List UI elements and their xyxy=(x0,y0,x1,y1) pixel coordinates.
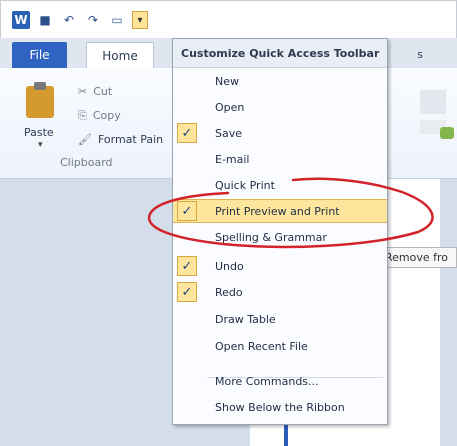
tab-file[interactable]: File xyxy=(12,42,67,68)
format-painter-label: Format Pain xyxy=(97,133,164,146)
quick-access-toolbar: W ■ ↶ ↷ ▭ ▾ xyxy=(12,8,148,32)
check-icon: ✓ xyxy=(177,282,197,302)
word-icon[interactable]: W xyxy=(12,11,30,29)
customize-qat-icon[interactable]: ▾ xyxy=(132,11,148,29)
paste-button[interactable]: Paste ▾ xyxy=(20,82,62,154)
menu-item-spelling[interactable]: Spelling & Grammar xyxy=(173,225,387,249)
menu-item-more-commands[interactable]: More Commands... xyxy=(173,369,387,393)
clipboard-group-label: Clipboard xyxy=(60,156,113,169)
brush-icon: 🖌 xyxy=(78,133,92,146)
format-painter-button[interactable]: 🖌 Format Pain xyxy=(78,128,163,152)
chevron-down-icon[interactable]: ▾ xyxy=(38,140,43,150)
font-controls-fragment xyxy=(420,90,446,114)
scissors-icon: ✂ xyxy=(78,85,88,98)
cut-button[interactable]: ✂ Cut xyxy=(78,80,163,104)
menu-item-quick-print[interactable]: Quick Print xyxy=(173,173,387,197)
print-preview-icon[interactable]: ▭ xyxy=(108,11,126,29)
paste-label: Paste xyxy=(24,126,54,139)
menu-item-print-preview[interactable]: ✓ Print Preview and Print xyxy=(173,199,387,223)
customize-qat-menu: Customize Quick Access Toolbar New Open … xyxy=(172,38,388,425)
check-icon: ✓ xyxy=(177,201,197,221)
menu-item-open[interactable]: Open xyxy=(173,95,387,119)
style-icon xyxy=(440,127,454,139)
undo-icon[interactable]: ↶ xyxy=(60,11,78,29)
redo-icon[interactable]: ↷ xyxy=(84,11,102,29)
copy-label: Copy xyxy=(92,109,121,122)
menu-item-undo[interactable]: ✓ Undo xyxy=(173,254,387,278)
copy-icon: ⎘ xyxy=(78,109,87,122)
clipboard-icon xyxy=(26,82,54,118)
save-icon[interactable]: ■ xyxy=(36,11,54,29)
tooltip: Remove fro xyxy=(380,247,457,268)
tab-partial[interactable]: s xyxy=(417,48,423,61)
cut-label: Cut xyxy=(93,85,113,98)
menu-item-redo[interactable]: ✓ Redo xyxy=(173,280,387,304)
menu-item-save[interactable]: ✓ Save xyxy=(173,121,387,145)
menu-title: Customize Quick Access Toolbar xyxy=(173,39,387,68)
menu-item-draw-table[interactable]: Draw Table xyxy=(173,307,387,331)
cursor-marker xyxy=(284,424,288,446)
check-icon: ✓ xyxy=(177,256,197,276)
clipboard-commands: ✂ Cut ⎘ Copy 🖌 Format Pain xyxy=(78,80,163,152)
check-icon: ✓ xyxy=(177,123,197,143)
menu-item-open-recent[interactable]: Open Recent File xyxy=(173,334,387,358)
menu-item-new[interactable]: New xyxy=(173,69,387,93)
copy-button[interactable]: ⎘ Copy xyxy=(78,104,163,128)
tab-home[interactable]: Home xyxy=(86,42,154,68)
menu-item-email[interactable]: E-mail xyxy=(173,147,387,171)
menu-item-show-below-ribbon[interactable]: Show Below the Ribbon xyxy=(173,395,387,419)
